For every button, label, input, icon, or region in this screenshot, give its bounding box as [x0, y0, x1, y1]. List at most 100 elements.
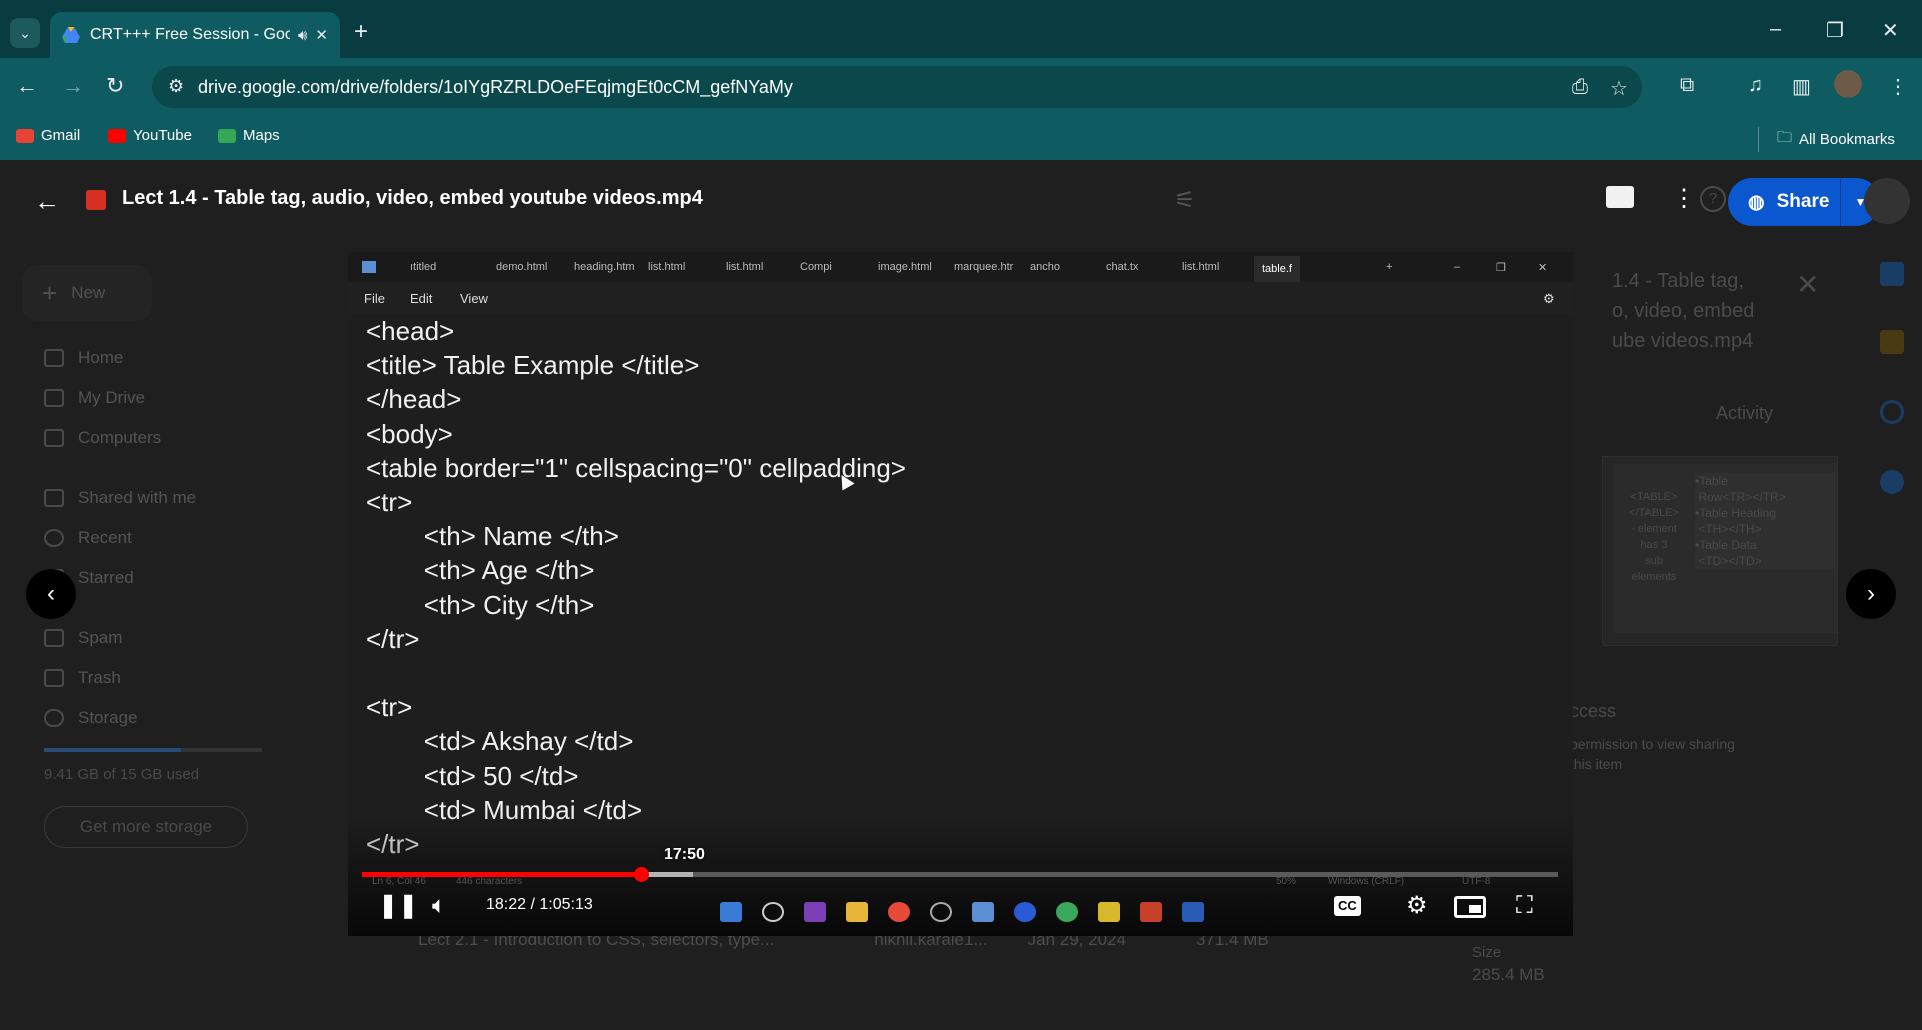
contacts-icon[interactable]: [1880, 470, 1904, 494]
minimize-button[interactable]: –: [1770, 18, 1781, 41]
bookmark-star-icon[interactable]: ☆: [1610, 76, 1628, 101]
next-file-button[interactable]: ›: [1846, 569, 1896, 619]
access-heading: ccess: [1570, 701, 1617, 721]
chrome-menu-icon[interactable]: ⋮: [1888, 74, 1908, 99]
close-window-button[interactable]: ✕: [1882, 18, 1899, 43]
pause-icon: ❚❚: [378, 892, 419, 919]
drive-icon: [44, 389, 64, 407]
code-editor-text: <head> <title> Table Example </title> </he…: [366, 314, 1556, 861]
help-icon[interactable]: ?: [1700, 186, 1726, 212]
tab-search-button[interactable]: ⌄: [10, 18, 40, 48]
sidebar-label: Shared with me: [78, 488, 197, 507]
install-app-icon[interactable]: ⎙: [1572, 76, 1588, 99]
gmail-icon: [16, 128, 34, 143]
chevron-down-icon: ⌄: [19, 24, 31, 41]
previous-file-button[interactable]: ‹: [26, 569, 76, 619]
drive-favicon-icon: [62, 27, 80, 43]
calendar-icon[interactable]: [1880, 262, 1904, 286]
folder-icon: 🗀: [1777, 129, 1793, 146]
new-label: New: [71, 283, 106, 302]
details-title: 1.4 - Table tag, o, video, embed ube vid…: [1612, 270, 1755, 352]
profile-avatar[interactable]: [1834, 70, 1862, 98]
media-control-icon[interactable]: ♫: [1748, 74, 1763, 97]
sidebar-item-shared[interactable]: Shared with me: [44, 488, 196, 508]
status-item: UTF-8: [1462, 876, 1491, 887]
sidebar-item-recent[interactable]: Recent: [44, 528, 132, 548]
settings-button[interactable]: ⚙︎: [1406, 892, 1428, 920]
captions-button[interactable]: CC: [1334, 896, 1361, 916]
browser-tab[interactable]: CRT+++ Free Session - Goo 🔊︎ ✕: [50, 12, 340, 58]
powerpoint-icon: [1140, 902, 1162, 922]
video-player[interactable]: ıtitled demo.html heading.htm list.html …: [348, 252, 1573, 936]
open-folder-icon[interactable]: [1606, 186, 1634, 208]
site-info-icon[interactable]: ⚙︎: [168, 76, 184, 97]
keep-icon[interactable]: [1880, 330, 1904, 354]
seek-time-tooltip: 17:50: [664, 846, 705, 863]
word-icon: [1182, 902, 1204, 922]
viewer-file-title: Lect 1.4 - Table tag, audio, video, embe…: [122, 187, 703, 209]
editor-tab: chat.tx: [1106, 261, 1139, 273]
editor-tab: list.html: [726, 261, 764, 273]
computer-icon: [44, 429, 64, 447]
notepad-icon: [362, 261, 376, 273]
viewer-back-button[interactable]: ←: [34, 186, 60, 217]
plus-icon: +: [42, 277, 58, 308]
editor-tab: image.html: [878, 261, 932, 273]
code-line: <tr>: [366, 487, 413, 518]
pause-button[interactable]: ❚❚: [378, 892, 418, 920]
volume-button[interactable]: 🔈︎: [432, 892, 446, 920]
sidebar-item-spam[interactable]: Spam: [44, 628, 122, 648]
activity-tab[interactable]: Activity: [1716, 398, 1773, 428]
account-avatar[interactable]: [1864, 178, 1910, 224]
menu-view: View: [460, 291, 488, 306]
code-line: <td> Akshay </td>: [366, 726, 634, 757]
get-storage-button[interactable]: Get more storage: [44, 806, 248, 848]
code-line: <th> City </th>: [366, 589, 595, 620]
address-bar[interactable]: ⚙︎ drive.google.com/drive/folders/1oIYgR…: [152, 66, 1642, 108]
sidebar-item-my-drive[interactable]: My Drive: [44, 388, 145, 408]
forward-button[interactable]: →: [62, 74, 84, 98]
tasks-icon[interactable]: [1880, 400, 1904, 424]
share-button[interactable]: ◍ Share ▼: [1728, 178, 1880, 226]
fullscreen-button[interactable]: ⛶: [1516, 892, 1533, 920]
sidebar-item-storage[interactable]: Storage: [44, 708, 138, 728]
side-panel-icon[interactable]: ▥: [1792, 74, 1811, 99]
seek-handle[interactable]: [633, 867, 649, 882]
code-line: <table border="1" cellspacing="0" cellpa…: [366, 452, 906, 483]
speaker-icon[interactable]: 🔊︎: [298, 27, 307, 44]
sidebar-label: Recent: [78, 528, 132, 547]
sidebar-label: Computers: [78, 428, 162, 447]
new-tab-button[interactable]: +: [354, 20, 368, 44]
bookmark-youtube[interactable]: YouTube: [108, 127, 192, 144]
close-tab-icon[interactable]: ✕: [315, 26, 328, 44]
gear-icon: ⚙︎: [1406, 892, 1428, 919]
miniplayer-button[interactable]: [1454, 896, 1486, 918]
editor-tab: ancho: [1030, 261, 1060, 273]
extensions-icon[interactable]: ⧉: [1680, 74, 1694, 97]
restore-button[interactable]: ❐: [1826, 18, 1844, 43]
bookmark-gmail[interactable]: Gmail: [16, 127, 80, 144]
sidebar-item-home[interactable]: Home: [44, 348, 123, 368]
bookmark-maps[interactable]: Maps: [218, 127, 280, 144]
close-details-icon[interactable]: ✕: [1796, 268, 1819, 301]
app-icon: [1014, 902, 1036, 922]
sidebar-item-computers[interactable]: Computers: [44, 428, 161, 448]
clock-icon: [44, 529, 64, 547]
back-button[interactable]: ←: [16, 74, 38, 98]
sidebar-label: Storage: [78, 708, 138, 727]
bookmark-label: Gmail: [41, 127, 81, 144]
sidebar-label: Trash: [78, 668, 121, 687]
new-button[interactable]: + New: [22, 265, 152, 321]
menu-edit: Edit: [410, 291, 433, 306]
sidebar-label: My Drive: [78, 388, 146, 407]
size-value: 285.4 MB: [1472, 965, 1545, 984]
sidebar-item-trash[interactable]: Trash: [44, 668, 121, 688]
miniplayer-icon: [1469, 905, 1481, 913]
more-options-icon[interactable]: ⋮: [1672, 184, 1696, 213]
sticky-notes-icon: [1098, 902, 1120, 922]
menu-file: File: [364, 291, 385, 306]
reload-button[interactable]: ↻: [106, 74, 124, 98]
seek-bar[interactable]: [362, 867, 1558, 882]
all-bookmarks[interactable]: 🗀 All Bookmarks: [1758, 127, 1895, 152]
